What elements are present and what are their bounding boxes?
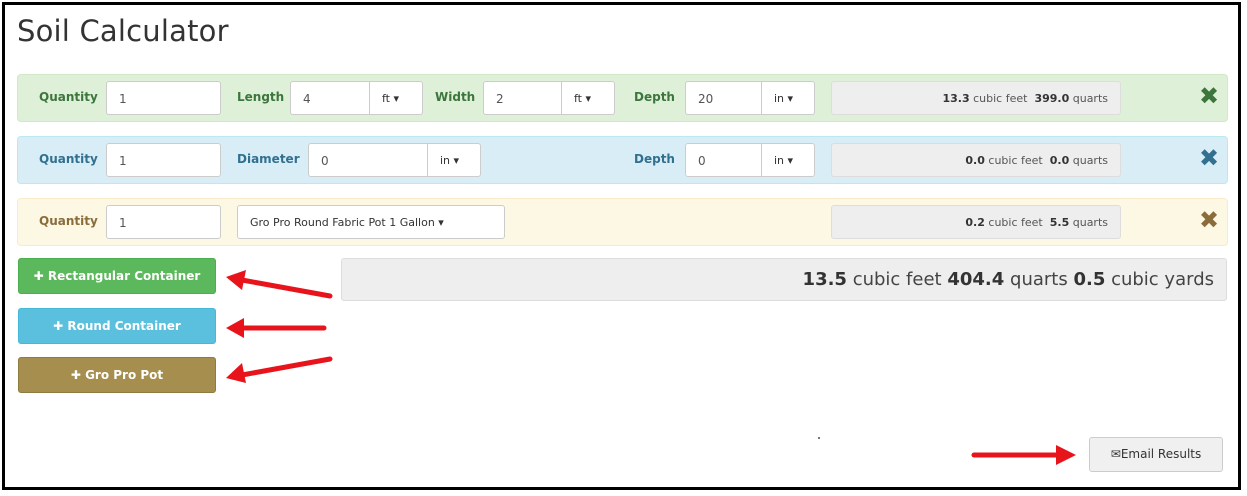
quantity-input[interactable]: 1 bbox=[106, 205, 221, 239]
total-result: 13.5 cubic feet 404.4 quarts 0.5 cubic y… bbox=[341, 258, 1227, 301]
diameter-label: Diameter bbox=[237, 152, 300, 166]
rectangular-container-row: Quantity 1 Length 4 ft ▾ Width 2 ft ▾ De… bbox=[17, 74, 1228, 122]
depth-input[interactable]: 20 bbox=[685, 81, 762, 115]
quantity-label: Quantity bbox=[39, 90, 98, 104]
caret-down-icon: ▾ bbox=[390, 92, 400, 105]
plus-icon: ✚ bbox=[33, 269, 48, 283]
depth-label: Depth bbox=[634, 152, 675, 166]
email-results-button[interactable]: ✉Email Results bbox=[1089, 437, 1223, 472]
diameter-unit-dropdown[interactable]: in ▾ bbox=[427, 143, 481, 177]
diameter-input[interactable]: 0 bbox=[308, 143, 428, 177]
pot-size-dropdown[interactable]: Gro Pro Round Fabric Pot 1 Gallon ▾ bbox=[237, 205, 505, 239]
caret-down-icon: ▾ bbox=[434, 216, 444, 229]
close-icon[interactable]: ✖ bbox=[1198, 208, 1220, 232]
annotation-arrow-icon bbox=[971, 445, 1076, 465]
length-input[interactable]: 4 bbox=[290, 81, 370, 115]
plus-icon: ✚ bbox=[53, 319, 68, 333]
width-input[interactable]: 2 bbox=[483, 81, 562, 115]
add-round-container-button[interactable]: ✚ Round Container bbox=[18, 308, 216, 344]
add-gro-pro-pot-button[interactable]: ✚ Gro Pro Pot bbox=[18, 357, 216, 393]
depth-unit-dropdown[interactable]: in ▾ bbox=[761, 143, 815, 177]
quantity-label: Quantity bbox=[39, 152, 98, 166]
add-rectangular-container-button[interactable]: ✚ Rectangular Container bbox=[18, 258, 216, 294]
length-unit-dropdown[interactable]: ft ▾ bbox=[369, 81, 423, 115]
row-result: 13.3 cubic feet 399.0 quarts bbox=[831, 81, 1121, 115]
round-container-row: Quantity 1 Diameter 0 in ▾ Depth 0 in ▾ … bbox=[17, 136, 1228, 184]
depth-label: Depth bbox=[634, 90, 675, 104]
annotation-arrow-icon bbox=[226, 270, 333, 299]
close-icon[interactable]: ✖ bbox=[1198, 146, 1220, 170]
quantity-label: Quantity bbox=[39, 214, 98, 228]
gro-pro-pot-row: Quantity 1 Gro Pro Round Fabric Pot 1 Ga… bbox=[17, 198, 1228, 246]
width-label: Width bbox=[435, 90, 476, 104]
width-unit-dropdown[interactable]: ft ▾ bbox=[561, 81, 615, 115]
annotation-arrow-icon bbox=[226, 318, 327, 338]
row-result: 0.0 cubic feet 0.0 quarts bbox=[831, 143, 1121, 177]
page-title: Soil Calculator bbox=[17, 14, 229, 48]
depth-unit-dropdown[interactable]: in ▾ bbox=[761, 81, 815, 115]
stray-dot bbox=[818, 437, 820, 439]
depth-input[interactable]: 0 bbox=[685, 143, 762, 177]
caret-down-icon: ▾ bbox=[582, 92, 592, 105]
caret-down-icon: ▾ bbox=[784, 154, 794, 167]
annotation-arrow-icon bbox=[226, 356, 333, 383]
quantity-input[interactable]: 1 bbox=[106, 81, 221, 115]
quantity-input[interactable]: 1 bbox=[106, 143, 221, 177]
plus-icon: ✚ bbox=[70, 368, 86, 382]
envelope-icon: ✉ bbox=[1110, 447, 1121, 461]
close-icon[interactable]: ✖ bbox=[1198, 84, 1220, 108]
row-result: 0.2 cubic feet 5.5 quarts bbox=[831, 205, 1121, 239]
caret-down-icon: ▾ bbox=[450, 154, 460, 167]
caret-down-icon: ▾ bbox=[784, 92, 794, 105]
length-label: Length bbox=[237, 90, 285, 104]
